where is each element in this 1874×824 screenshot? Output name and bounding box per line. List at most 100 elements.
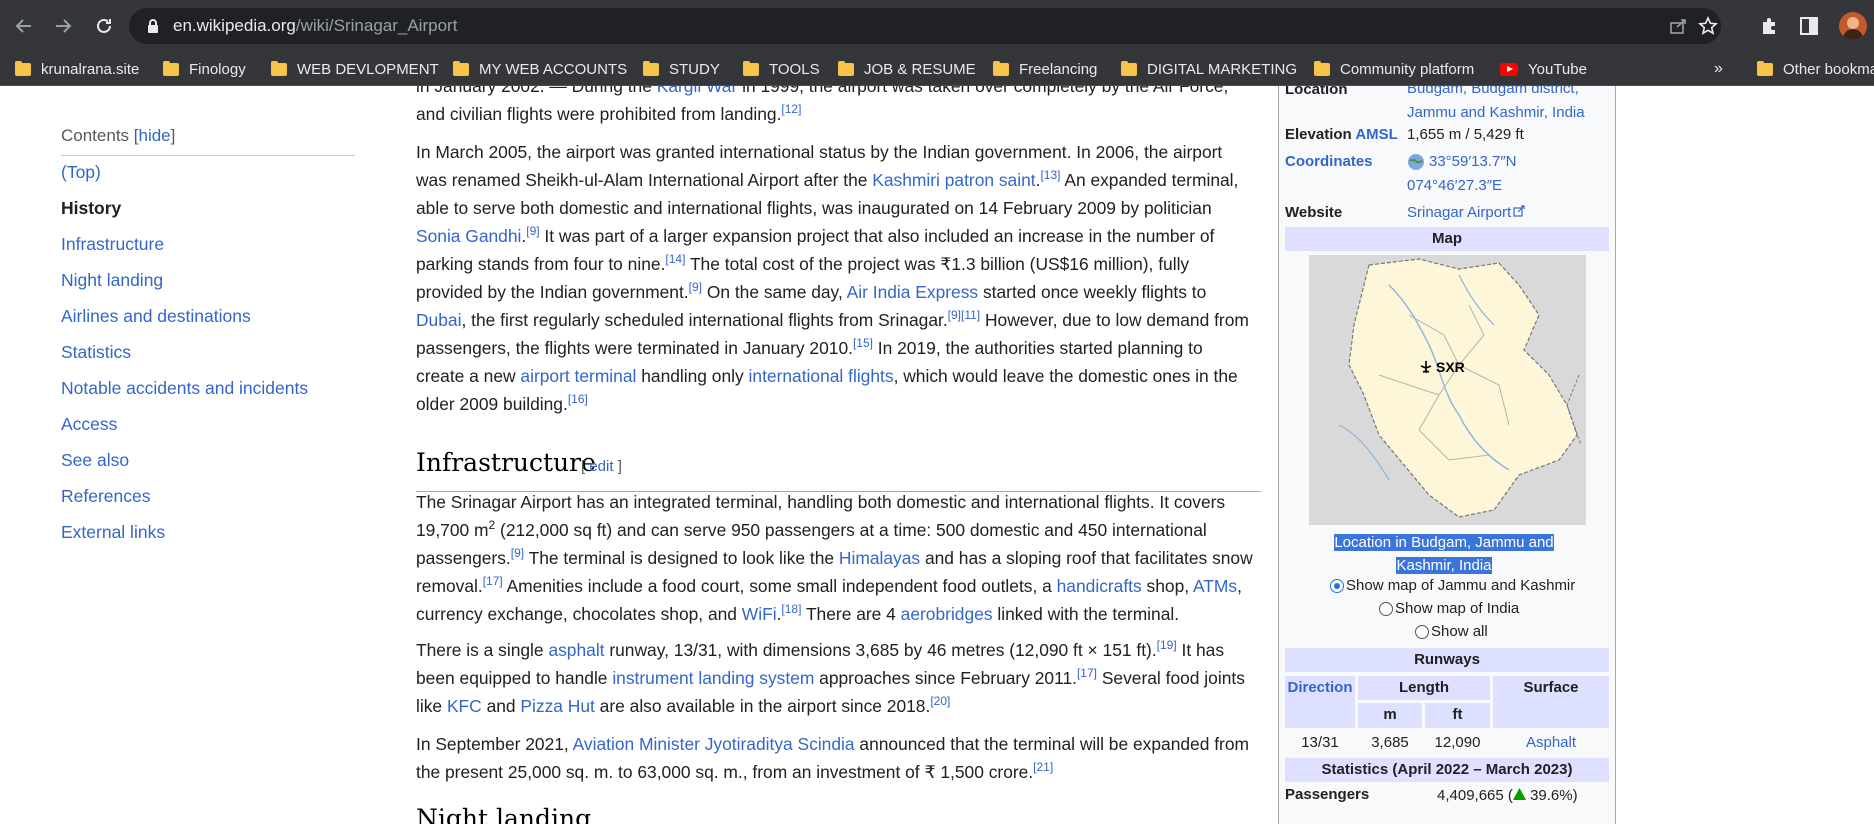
toc-item-history[interactable]: History	[61, 198, 121, 219]
bookmark-item[interactable]: Freelancing	[993, 58, 1097, 80]
link-aerobridges[interactable]: aerobridges	[901, 604, 993, 624]
link-sonia-gandhi[interactable]: Sonia Gandhi	[416, 226, 521, 246]
bookmark-youtube[interactable]: YouTube	[1500, 58, 1587, 80]
folder-icon	[1757, 60, 1773, 76]
citation[interactable]: [9]	[526, 224, 539, 238]
citation[interactable]: [9]	[689, 280, 702, 294]
bookmark-item[interactable]: JOB & RESUME	[838, 58, 976, 80]
toc-item-access[interactable]: Access	[61, 414, 117, 435]
toc-item-airlines[interactable]: Airlines and destinations	[61, 306, 251, 327]
citation[interactable]: [14]	[665, 252, 685, 266]
citation[interactable]: [21]	[1033, 760, 1053, 774]
toc-item-infrastructure[interactable]: Infrastructure	[61, 234, 164, 255]
link-wifi[interactable]: WiFi	[742, 604, 777, 624]
longitude-link[interactable]: 074°46′27.3″E	[1407, 177, 1502, 194]
toc-hide-link[interactable]: hide	[139, 126, 171, 145]
citation[interactable]: [20]	[930, 694, 950, 708]
bookmark-star-button[interactable]	[1696, 14, 1720, 38]
folder-icon	[1314, 60, 1330, 76]
elevation-value: 1,655 m / 5,429 ft	[1407, 126, 1524, 143]
link-international-flights[interactable]: international flights	[749, 366, 894, 386]
radio-show-all[interactable]: Show all	[1415, 623, 1488, 640]
link-pizza-hut[interactable]: Pizza Hut	[520, 696, 594, 716]
link-kfc[interactable]: KFC	[447, 696, 482, 716]
link-dubai[interactable]: Dubai	[416, 310, 461, 330]
citation[interactable]: [15]	[853, 336, 873, 350]
bookmark-item[interactable]: STUDY	[643, 58, 720, 80]
link-asphalt[interactable]: asphalt	[548, 640, 604, 660]
citation[interactable]: [11]	[961, 308, 980, 322]
citation[interactable]: [17]	[1077, 666, 1097, 680]
link-scindia[interactable]: Aviation Minister Jyotiraditya Scindia	[573, 734, 855, 754]
bookmark-item[interactable]: DIGITAL MARKETING	[1121, 58, 1297, 80]
profile-avatar[interactable]	[1839, 12, 1867, 40]
location-link[interactable]: Budgam, Budgam district,	[1407, 86, 1579, 97]
website-link[interactable]: Srinagar Airport	[1407, 204, 1511, 221]
passengers-value: 4,409,665 ( 39.6%)	[1437, 787, 1578, 804]
location-map[interactable]: SXR	[1309, 255, 1586, 525]
link-kargil-war[interactable]: Kargil War	[657, 86, 738, 96]
section-heading-night-landing: Night landing	[416, 804, 592, 824]
citation[interactable]: [17]	[483, 574, 503, 588]
citation[interactable]: [13]	[1040, 168, 1060, 182]
radio-icon[interactable]	[1415, 624, 1429, 639]
reload-button[interactable]	[88, 10, 120, 42]
link-kashmiri-patron-saint[interactable]: Kashmiri patron saint	[872, 170, 1035, 190]
link-atms[interactable]: ATMs	[1193, 576, 1237, 596]
edit-link[interactable]: edit	[589, 458, 613, 475]
amsl-link[interactable]: AMSL	[1355, 126, 1398, 143]
link-ils[interactable]: instrument landing system	[612, 668, 814, 688]
runway-direction-header[interactable]: Direction	[1285, 676, 1355, 728]
share-button[interactable]	[1667, 14, 1691, 38]
side-panel-button[interactable]	[1796, 13, 1822, 39]
latitude-link[interactable]: 33°59′13.7″N	[1429, 150, 1517, 174]
other-bookmarks[interactable]: Other bookmarks	[1757, 58, 1874, 80]
bookmark-item[interactable]: MY WEB ACCOUNTS	[453, 58, 627, 80]
citation[interactable]: [9]	[948, 308, 961, 322]
bookmark-label: WEB DEVLOPMENT	[297, 60, 439, 78]
address-bar[interactable]: en.wikipedia.org/wiki/Srinagar_Airport	[129, 8, 1721, 44]
radio-selected-icon[interactable]	[1330, 578, 1344, 593]
lock-icon[interactable]	[147, 18, 159, 34]
citation[interactable]: [12]	[781, 102, 801, 116]
toc-item-external-links[interactable]: External links	[61, 522, 165, 543]
location-link[interactable]: Jammu and Kashmir, India	[1407, 104, 1585, 121]
toc-item-statistics[interactable]: Statistics	[61, 342, 131, 363]
extensions-button[interactable]	[1756, 13, 1782, 39]
map-header: Map	[1285, 227, 1609, 251]
folder-icon	[453, 60, 469, 76]
url-text[interactable]: en.wikipedia.org/wiki/Srinagar_Airport	[173, 16, 457, 36]
citation[interactable]: [9]	[511, 546, 524, 560]
side-panel-icon	[1800, 17, 1818, 35]
citation[interactable]: [19]	[1157, 638, 1177, 652]
globe-icon	[1408, 154, 1424, 170]
citation[interactable]: [16]	[568, 392, 588, 406]
radio-icon[interactable]	[1379, 601, 1393, 616]
map-marker[interactable]: SXR	[1419, 359, 1465, 375]
link-airport-terminal[interactable]: airport terminal	[520, 366, 636, 386]
passengers-label: Passengers	[1285, 786, 1370, 803]
bookmark-item[interactable]: WEB DEVLOPMENT	[271, 58, 439, 80]
share-icon	[1670, 19, 1686, 34]
link-air-india-express[interactable]: Air India Express	[847, 282, 978, 302]
radio-show-jammu-kashmir[interactable]: Show map of Jammu and Kashmir	[1330, 577, 1575, 594]
toc-item-references[interactable]: References	[61, 486, 151, 507]
radio-show-india[interactable]: Show map of India	[1379, 600, 1519, 617]
toc-item-see-also[interactable]: See also	[61, 450, 129, 471]
back-button[interactable]	[8, 10, 40, 42]
toc-item-top[interactable]: (Top)	[61, 162, 101, 183]
asphalt-link[interactable]: Asphalt	[1526, 734, 1576, 751]
toc-item-night-landing[interactable]: Night landing	[61, 270, 163, 291]
bookmarks-overflow-button[interactable]: »	[1714, 60, 1723, 78]
bookmark-item[interactable]: Finology	[163, 58, 246, 80]
coordinates-link[interactable]: Coordinates	[1285, 153, 1373, 170]
toc-item-accidents[interactable]: Notable accidents and incidents	[61, 378, 308, 399]
link-himalayas[interactable]: Himalayas	[839, 548, 920, 568]
forward-button[interactable]	[47, 10, 79, 42]
bookmark-item[interactable]: krunalrana.site	[15, 58, 139, 80]
bookmark-item[interactable]: Community platform	[1314, 58, 1474, 80]
citation[interactable]: [18]	[781, 602, 801, 616]
bookmark-item[interactable]: TOOLS	[743, 58, 820, 80]
link-handicrafts[interactable]: handicrafts	[1057, 576, 1142, 596]
increase-arrow-icon	[1512, 788, 1526, 800]
